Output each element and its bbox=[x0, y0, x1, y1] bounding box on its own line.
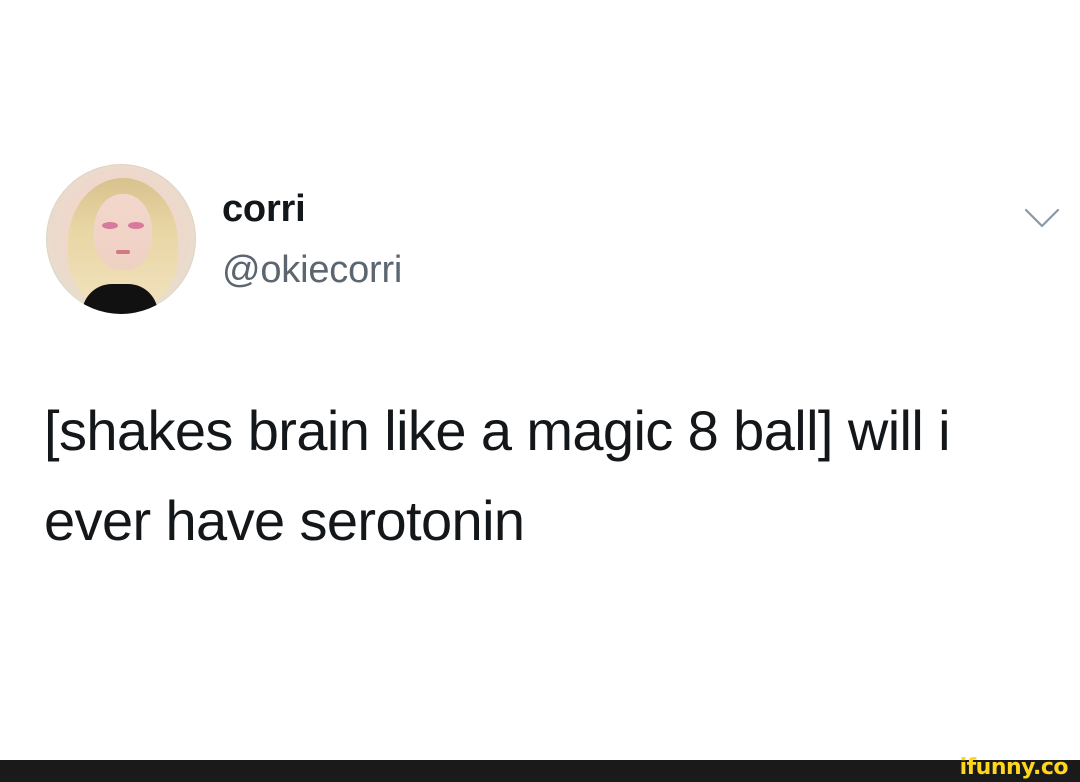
avatar-left-eye-shape bbox=[102, 222, 118, 229]
tweet-card: corri @okiecorri [shakes brain like a ma… bbox=[0, 0, 1080, 760]
display-name[interactable]: corri bbox=[222, 190, 306, 228]
footer-bar: ifunny.co bbox=[0, 755, 1080, 782]
chevron-down-icon[interactable] bbox=[1022, 205, 1062, 231]
avatar-face-shape bbox=[94, 194, 152, 270]
avatar-right-eye-shape bbox=[128, 222, 144, 229]
username-handle[interactable]: @okiecorri bbox=[222, 251, 402, 289]
tweet-text: [shakes brain like a magic 8 ball] will … bbox=[44, 399, 951, 552]
avatar[interactable] bbox=[46, 164, 196, 314]
ifunny-watermark: ifunny.co bbox=[959, 755, 1069, 780]
avatar-mouth-shape bbox=[116, 250, 130, 254]
